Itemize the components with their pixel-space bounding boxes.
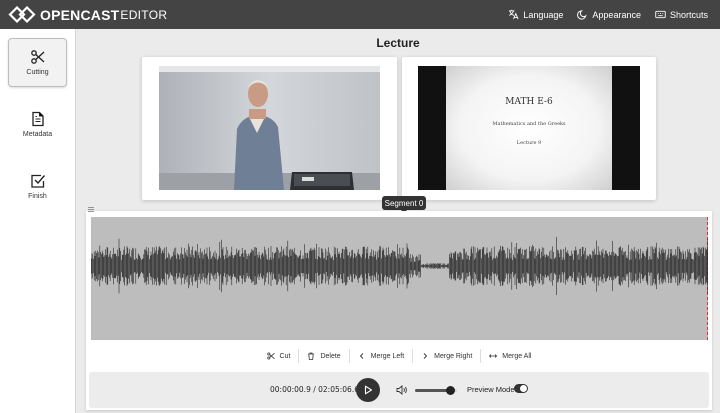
sidebar-item-label: Finish [28,193,47,200]
scissors-icon [30,50,44,64]
player-controls: 00:00:00.9 / 02:05:06.6 Preview Mode [89,372,709,408]
app-header: OPENCAST EDITOR Language Appearance Shor… [0,0,720,29]
moon-icon [577,10,587,20]
chevron-right-icon [423,353,428,359]
sidebar: Cutting Metadata Finish [0,29,76,413]
sidebar-item-finish[interactable]: Finish [8,162,67,211]
appearance-label: Appearance [592,9,641,20]
shortcuts-button[interactable]: Shortcuts [655,9,708,20]
check-square-icon [30,174,45,188]
scrubber-handle-icon[interactable] [88,207,94,212]
brand-name: OPENCAST [40,6,120,23]
waveform-graph [91,237,708,295]
slides-video-frame [418,66,640,190]
preview-mode-label: Preview Mode [467,385,515,394]
scissors-icon [266,352,275,360]
play-button[interactable] [356,378,380,402]
brand-sub: EDITOR [120,7,168,22]
slides-video[interactable]: MATH E-6 Mathematics and the Greeks Lect… [402,57,656,200]
opencast-logo[interactable]: OPENCAST EDITOR [8,5,167,24]
sidebar-item-cutting[interactable]: Cutting [8,38,67,87]
trash-icon [308,352,315,360]
time-display: 00:00:00.9 / 02:05:06.6 [270,385,359,394]
waveform[interactable] [91,217,708,340]
toggle-knob [520,385,527,392]
presenter-video[interactable] [142,57,397,200]
sidebar-item-label: Metadata [22,131,53,138]
merge-left-label: Merge Left [370,352,405,360]
cut-button[interactable]: Cut [259,347,299,365]
document-icon [31,111,44,127]
preview-mode-toggle[interactable] [514,384,528,393]
opencast-logo-icon [8,5,36,24]
slide-lecture: Lecture 9 [516,140,542,146]
merge-right-button[interactable]: Merge Right [413,347,480,365]
slide-title: MATH E-6 [505,97,553,107]
page-title: Lecture [376,36,420,50]
merge-left-button[interactable]: Merge Left [350,347,412,365]
keyboard-icon [655,10,666,19]
merge-all-label: Merge All [502,352,532,360]
translate-icon [509,9,519,20]
delete-button[interactable]: Delete [299,347,348,365]
volume-icon[interactable] [396,384,408,396]
play-icon [364,385,373,395]
volume-slider[interactable] [415,386,457,395]
segment-tooltip: Segment 0 [382,196,426,213]
slide-subtitle: Mathematics and the Greeks [492,121,566,127]
waveform-trace [91,237,708,295]
merge-right-label: Merge Right [434,352,473,360]
presenter-video-frame [159,66,380,190]
delete-label: Delete [320,352,341,360]
sidebar-item-metadata[interactable]: Metadata [8,100,67,149]
language-label: Language [523,9,564,20]
arrows-horizontal-icon [489,354,498,358]
merge-all-button[interactable]: Merge All [481,347,539,365]
shortcuts-label: Shortcuts [669,9,708,20]
language-button[interactable]: Language [508,9,563,20]
cut-toolbar: Cut Delete Merge Left Merge Right Merge … [86,345,712,367]
chevron-left-icon [359,353,363,359]
volume-thumb[interactable] [446,386,456,395]
appearance-button[interactable]: Appearance [577,9,641,20]
sidebar-item-label: Cutting [26,69,49,76]
cut-label: Cut [279,352,291,360]
